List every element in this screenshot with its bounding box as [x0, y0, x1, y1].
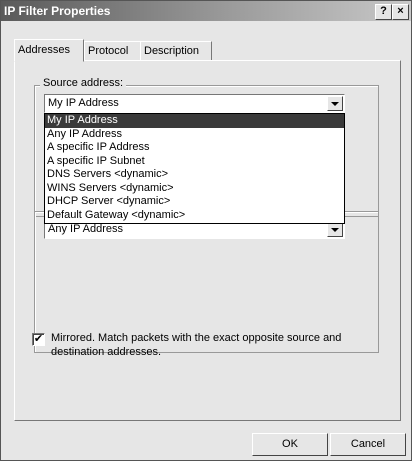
source-address-label: Source address: [40, 77, 127, 89]
destination-address-value: Any IP Address [48, 223, 124, 235]
help-button[interactable]: ? [375, 4, 392, 20]
dropdown-option-default-gateway[interactable]: Default Gateway <dynamic> [45, 209, 344, 223]
source-address-combobox[interactable]: My IP Address [44, 94, 345, 113]
dropdown-option-my-ip-address[interactable]: My IP Address [45, 114, 344, 128]
chevron-down-icon [331, 102, 339, 106]
source-address-value: My IP Address [48, 97, 119, 109]
source-dropdown-button[interactable] [327, 96, 343, 111]
dropdown-option-any-ip-address[interactable]: Any IP Address [45, 128, 344, 142]
close-button[interactable]: × [392, 4, 409, 20]
ok-button[interactable]: OK [252, 433, 328, 456]
dropdown-option-dhcp-server[interactable]: DHCP Server <dynamic> [45, 195, 344, 209]
chevron-down-icon [331, 228, 339, 232]
tab-protocol[interactable]: Protocol [84, 41, 144, 61]
mirrored-checkbox[interactable]: ✔ [32, 333, 45, 346]
dropdown-option-wins-servers[interactable]: WINS Servers <dynamic> [45, 182, 344, 196]
ip-filter-properties-dialog: IP Filter Properties ? × Addresses Proto… [0, 0, 412, 461]
title-bar: IP Filter Properties ? × [1, 1, 411, 21]
dropdown-option-specific-ip-address[interactable]: A specific IP Address [45, 141, 344, 155]
cancel-button[interactable]: Cancel [330, 433, 406, 456]
destination-dropdown-button[interactable] [327, 222, 343, 237]
tab-description[interactable]: Description [140, 41, 212, 61]
dropdown-option-dns-servers[interactable]: DNS Servers <dynamic> [45, 168, 344, 182]
source-address-dropdown-list: My IP Address Any IP Address A specific … [44, 113, 345, 224]
window-title: IP Filter Properties [4, 4, 111, 18]
mirrored-label: Mirrored. Match packets with the exact o… [51, 332, 342, 358]
tab-addresses[interactable]: Addresses [14, 39, 84, 62]
dropdown-option-specific-ip-subnet[interactable]: A specific IP Subnet [45, 155, 344, 169]
addresses-panel: Source address: My IP Address My IP Addr… [14, 60, 401, 421]
